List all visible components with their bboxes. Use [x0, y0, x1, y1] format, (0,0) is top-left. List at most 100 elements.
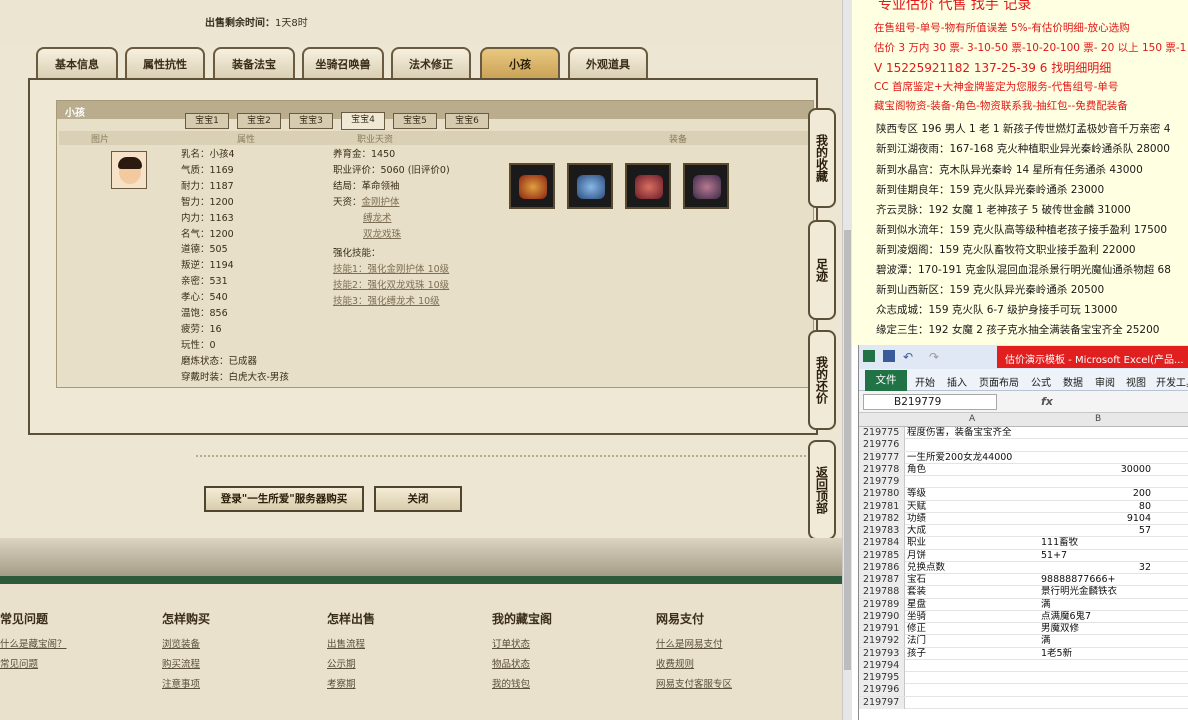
- row-number[interactable]: 219779: [859, 476, 905, 488]
- tab-child[interactable]: 小孩: [480, 47, 560, 79]
- row-number[interactable]: 219785: [859, 549, 905, 562]
- sub-tab-baby4[interactable]: 宝宝4: [341, 112, 385, 130]
- cell-b[interactable]: 32: [1041, 562, 1151, 574]
- sub-tab-baby5[interactable]: 宝宝5: [393, 113, 437, 129]
- cell-a[interactable]: 宝石: [907, 574, 1039, 586]
- ribbon-tab-view[interactable]: 视图: [1126, 374, 1146, 389]
- cell-a[interactable]: 职业: [907, 537, 1039, 549]
- footer-link[interactable]: 什么是藏宝阁？: [0, 635, 67, 655]
- footer-link[interactable]: 考察期: [327, 675, 375, 695]
- cell-a[interactable]: 套装: [907, 586, 1039, 598]
- ribbon-tab-home[interactable]: 开始: [915, 374, 935, 389]
- cell-b[interactable]: 51+7: [1041, 550, 1151, 562]
- col-header-a[interactable]: A: [969, 414, 975, 424]
- cell-b[interactable]: 57: [1041, 525, 1151, 537]
- ribbon-tab-review[interactable]: 审阅: [1095, 374, 1115, 389]
- row-number[interactable]: 219795: [859, 672, 905, 684]
- cell-a[interactable]: 功绩: [907, 513, 1039, 525]
- row-number[interactable]: 219790: [859, 610, 905, 623]
- row-number[interactable]: 219776: [859, 439, 905, 452]
- footer-link[interactable]: 物品状态: [492, 655, 552, 675]
- cell-b[interactable]: 200: [1041, 488, 1151, 500]
- sub-tab-baby1[interactable]: 宝宝1: [185, 113, 229, 129]
- tab-spell-correction[interactable]: 法术修正: [391, 47, 471, 79]
- footer-link[interactable]: 收费规则: [656, 655, 732, 675]
- cell-a[interactable]: 角色: [907, 464, 1039, 476]
- cell-b[interactable]: 景行明光金麟铁衣: [1041, 586, 1151, 598]
- row-number[interactable]: 219777: [859, 451, 905, 464]
- footer-link[interactable]: 我的钱包: [492, 675, 552, 695]
- cell-b[interactable]: 98888877666+: [1041, 574, 1151, 586]
- cell-b[interactable]: 111畜牧: [1041, 537, 1151, 549]
- row-number[interactable]: 219793: [859, 647, 905, 660]
- cell-a[interactable]: 星盘: [907, 599, 1039, 611]
- footer-link[interactable]: 出售流程: [327, 635, 375, 655]
- save-icon[interactable]: [883, 350, 895, 362]
- sheet-grid[interactable]: 219775 程度伤害，装备宝宝齐全 219776 219777 一生所爱200女龙44…: [859, 427, 1188, 709]
- cell-a[interactable]: 大成: [907, 525, 1039, 537]
- cell-b[interactable]: 男魔双修: [1041, 623, 1151, 635]
- sub-tab-baby3[interactable]: 宝宝3: [289, 113, 333, 129]
- cell-a[interactable]: 天赋: [907, 501, 1039, 513]
- row-number[interactable]: 219794: [859, 659, 905, 672]
- cell-a[interactable]: 法门: [907, 635, 1039, 647]
- footer-link[interactable]: 网易支付客服专区: [656, 675, 732, 695]
- cell-b[interactable]: 点满魔6鬼7: [1041, 611, 1151, 623]
- row-number[interactable]: 219787: [859, 574, 905, 586]
- equip-slot[interactable]: [625, 163, 671, 209]
- cell-a[interactable]: 兑换点数: [907, 562, 1039, 574]
- tab-mount-summon[interactable]: 坐骑召唤兽: [302, 47, 384, 79]
- row-number[interactable]: 219791: [859, 623, 905, 635]
- col-header-b[interactable]: B: [1095, 414, 1101, 424]
- redo-icon[interactable]: ↷: [929, 350, 941, 364]
- row-number[interactable]: 219788: [859, 586, 905, 599]
- footer-link[interactable]: 公示期: [327, 655, 375, 675]
- fx-icon[interactable]: fx: [1041, 395, 1053, 408]
- footer-link[interactable]: 订单状态: [492, 635, 552, 655]
- footer-link[interactable]: 购买流程: [162, 655, 210, 675]
- cell-a[interactable]: 等级: [907, 488, 1039, 500]
- row-number[interactable]: 219783: [859, 525, 905, 537]
- cell-a[interactable]: 坐骑: [907, 611, 1039, 623]
- cell-a[interactable]: 一生所爱200女龙44000: [907, 452, 1039, 464]
- ribbon-tab-formulas[interactable]: 公式: [1031, 374, 1051, 389]
- cell-b[interactable]: 满: [1041, 635, 1151, 647]
- ribbon-tab-insert[interactable]: 插入: [947, 374, 967, 389]
- cell-a[interactable]: 程度伤害，装备宝宝齐全: [907, 427, 1039, 439]
- name-box[interactable]: B219779: [863, 394, 997, 410]
- cell-b[interactable]: 1老5新: [1041, 648, 1151, 660]
- tab-appearance[interactable]: 外观道具: [568, 47, 648, 79]
- cell-a[interactable]: 孩子: [907, 648, 1039, 660]
- equip-slot[interactable]: [683, 163, 729, 209]
- footer-link[interactable]: 浏览装备: [162, 635, 210, 655]
- row-number[interactable]: 219781: [859, 500, 905, 513]
- my-counter-offer-button[interactable]: 我的还价: [808, 330, 836, 430]
- row-number[interactable]: 219786: [859, 561, 905, 574]
- row-number[interactable]: 219797: [859, 696, 905, 709]
- ribbon-tab-data[interactable]: 数据: [1063, 374, 1083, 389]
- footer-link[interactable]: 什么是网易支付: [656, 635, 732, 655]
- back-to-top-button[interactable]: 返回顶部: [808, 440, 836, 540]
- tab-attr-resist[interactable]: 属性抗性: [125, 47, 205, 79]
- footer-link[interactable]: 注意事项: [162, 675, 210, 695]
- skill-link[interactable]: 技能3：强化缚龙术 10级: [333, 296, 440, 307]
- sub-tab-baby2[interactable]: 宝宝2: [237, 113, 281, 129]
- talent-link[interactable]: 金刚护体: [362, 197, 400, 208]
- login-buy-button[interactable]: 登录"一生所爱"服务器购买: [204, 486, 364, 512]
- my-favorites-button[interactable]: 我的收藏: [808, 108, 836, 208]
- cell-b[interactable]: 30000: [1041, 464, 1151, 476]
- row-number[interactable]: 219782: [859, 512, 905, 525]
- row-number[interactable]: 219780: [859, 488, 905, 501]
- sub-tab-baby6[interactable]: 宝宝6: [445, 113, 489, 129]
- row-number[interactable]: 219778: [859, 463, 905, 476]
- skill-link[interactable]: 技能1：强化金刚护体 10级: [333, 264, 449, 275]
- skill-link[interactable]: 技能2：强化双龙戏珠 10级: [333, 280, 449, 291]
- tab-equip-treasure[interactable]: 装备法宝: [213, 47, 295, 79]
- row-number[interactable]: 219775: [859, 427, 905, 439]
- undo-icon[interactable]: ↶: [903, 350, 915, 364]
- page-scrollbar[interactable]: [842, 0, 852, 720]
- scrollbar-thumb[interactable]: [844, 230, 851, 670]
- tab-basic-info[interactable]: 基本信息: [36, 47, 118, 79]
- ribbon-tab-file[interactable]: 文件: [865, 370, 907, 391]
- footer-link[interactable]: 常见问题: [0, 655, 67, 675]
